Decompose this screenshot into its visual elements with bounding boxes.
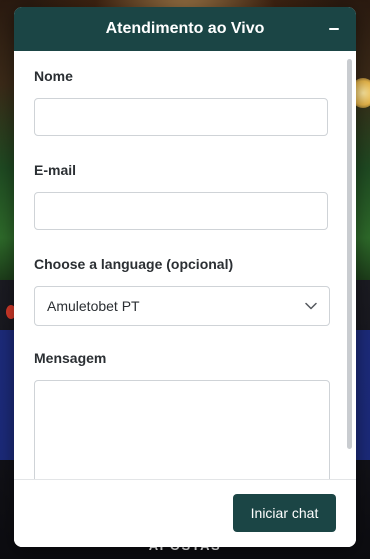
form-scrollbar[interactable] <box>347 59 352 449</box>
language-selected-value: Amuletobet PT <box>47 298 140 314</box>
name-field[interactable] <box>34 98 328 136</box>
email-label: E-mail <box>34 162 77 178</box>
chat-header: Atendimento ao Vivo <box>14 7 356 51</box>
chevron-down-icon <box>305 302 317 310</box>
minimize-button[interactable] <box>322 17 346 41</box>
email-field[interactable] <box>34 192 328 230</box>
language-select[interactable]: Amuletobet PT <box>34 286 330 326</box>
minus-icon <box>329 28 339 30</box>
message-label: Mensagem <box>34 350 107 366</box>
chat-form-body: Nome E-mail Choose a language (opcional)… <box>14 51 356 479</box>
chat-footer: Iniciar chat <box>14 479 356 547</box>
name-label: Nome <box>34 68 73 84</box>
language-label: Choose a language (opcional) <box>34 256 234 272</box>
live-chat-widget: Atendimento ao Vivo Nome E-mail Choose a… <box>14 7 356 547</box>
start-chat-button[interactable]: Iniciar chat <box>233 494 336 532</box>
prechat-form: Nome E-mail Choose a language (opcional)… <box>14 51 356 479</box>
message-textarea[interactable] <box>34 380 330 479</box>
chat-title: Atendimento ao Vivo <box>105 20 265 37</box>
